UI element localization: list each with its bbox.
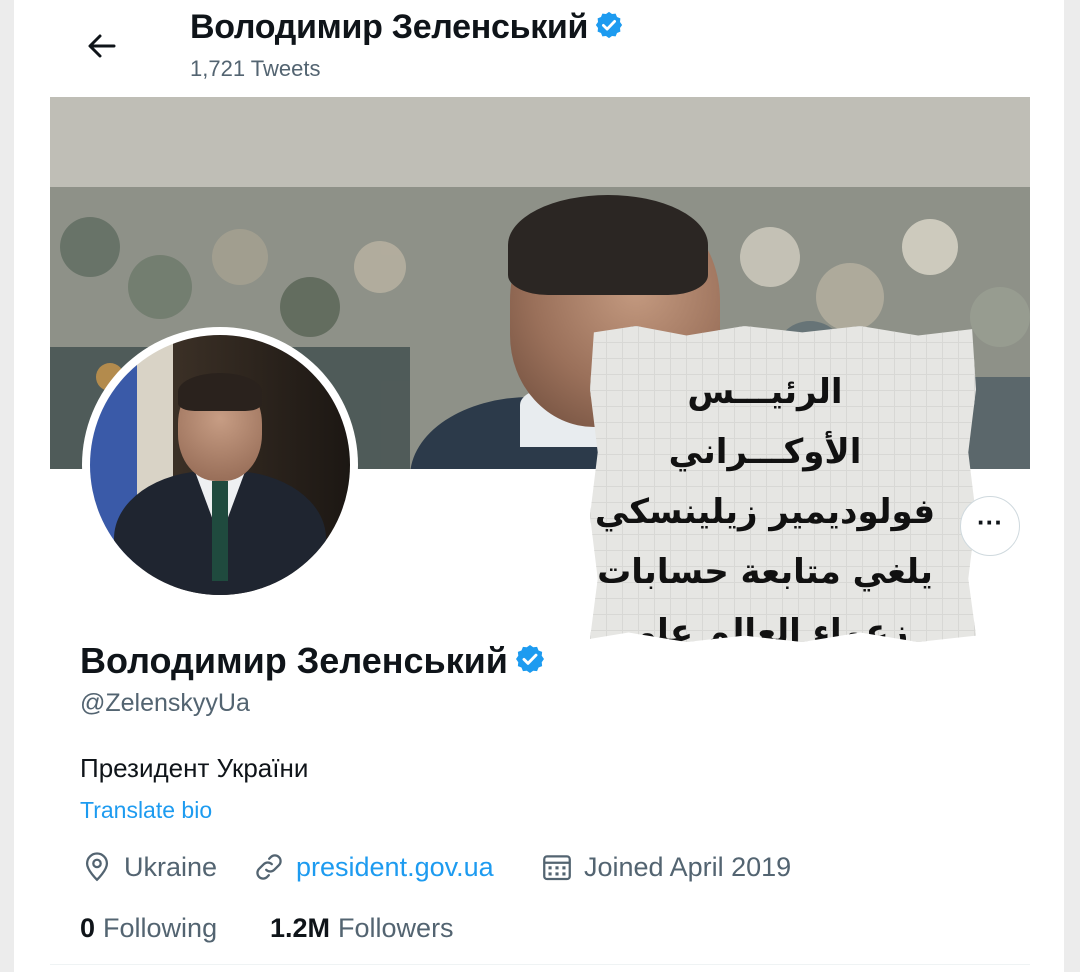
more-options-button[interactable]: ··· [960,496,1020,556]
overlay-line-2: فولوديمير زيلينسكي [594,492,936,532]
header-name: Володимир Зеленський [190,8,589,46]
profile-location: Ukraine [80,850,217,884]
following-label: Following [103,913,218,943]
tweets-count: 1,721 Tweets [190,56,321,81]
calendar-icon [543,855,571,881]
translate-bio-link[interactable]: Translate bio [80,797,212,824]
verified-badge-icon [594,10,624,49]
divider [50,964,1030,965]
followers-count: 1.2M [270,913,331,943]
avatar-hair [178,373,262,411]
followers-label: Followers [338,913,454,943]
profile-handle: @ZelenskyyUa [80,689,250,717]
profile-website[interactable]: president.gov.ua [252,850,494,884]
link-icon [256,854,282,880]
news-overlay-card: الرئيـــس الأوكـــراني فولوديمير زيلينسك… [590,326,976,642]
location-text: Ukraine [124,851,218,882]
location-pin-icon [85,852,109,882]
back-button[interactable] [82,26,122,66]
following-count: 0 [80,913,96,943]
verified-badge-icon [514,642,546,684]
joined-text: Joined April 2019 [584,851,792,882]
website-link[interactable]: president.gov.ua [296,852,494,883]
profile-name-row: Володимир Зеленський [80,640,546,684]
arrow-left-icon [88,34,116,58]
profile-joined: Joined April 2019 [540,850,791,884]
profile-name: Володимир Зеленський [80,640,508,681]
followers-stat[interactable]: 1.2M Followers [270,913,454,944]
following-stat[interactable]: 0 Following [80,913,217,944]
banner-person-hair [508,195,708,295]
avatar-tie [212,481,228,581]
profile-bio: Президент України [80,753,309,783]
header-title: Володимир Зеленський [190,8,624,49]
overlay-line-1: الرئيـــس الأوكـــراني [668,372,862,472]
overlay-line-3: يلغي متابعة حسابات [597,552,933,592]
avatar[interactable] [90,335,350,595]
